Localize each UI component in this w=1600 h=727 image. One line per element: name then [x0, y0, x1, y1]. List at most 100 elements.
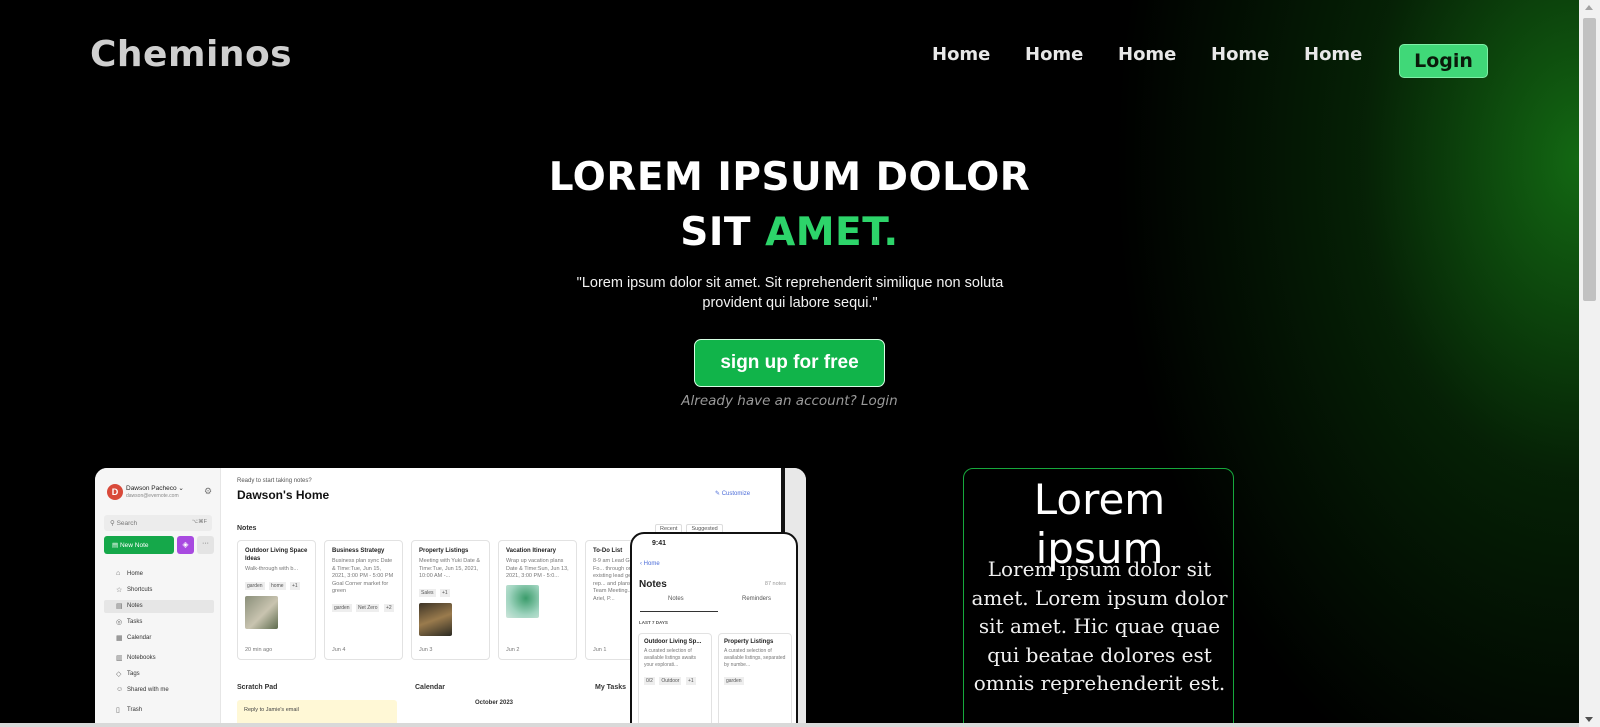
preview-sidebar-label: Notes — [127, 603, 143, 609]
phone-note-tag: Outdoor — [659, 677, 682, 685]
avatar: D — [107, 484, 123, 500]
preview-new-note-button: ▤ New Note — [104, 536, 174, 554]
preview-search: ⚲ Search ⌥⌘F — [104, 515, 212, 531]
preview-sidebar-item: ◎ Tasks — [104, 616, 214, 629]
phone-title: Notes — [639, 579, 667, 590]
check-icon: ◎ — [116, 619, 123, 626]
preview-sidebar-item: ☺ Shared with me — [104, 684, 214, 697]
phone-back: ‹ Home — [640, 561, 660, 567]
preview-note-tag: +1 — [290, 581, 300, 590]
preview-sidebar-item: ☆ Shortcuts — [104, 584, 214, 597]
phone-note-card: Outdoor Living Sp... A curated selection… — [638, 633, 712, 727]
preview-purple-icon: ◈ — [177, 536, 194, 554]
preview-sidebar-label: Shared with me — [127, 687, 169, 693]
main-nav: Home Home Home Home Home — [932, 44, 1397, 65]
login-prompt-link[interactable]: Already have an account? Login — [0, 393, 1579, 409]
phone-note-title: Outdoor Living Sp... — [644, 639, 702, 645]
preview-sidebar-label: Notebooks — [127, 655, 156, 661]
phone-count: 87 notes — [764, 581, 786, 587]
landing-page: Cheminos Home Home Home Home Home Login … — [0, 0, 1579, 727]
preview-note-thumbnail — [506, 584, 539, 618]
signup-button[interactable]: sign up for free — [694, 339, 885, 387]
hero-subtitle: "Lorem ipsum dolor sit amet. Sit reprehe… — [576, 275, 1004, 311]
scroll-down-arrow-icon[interactable] — [1585, 717, 1593, 722]
preview-note-card: Outdoor Living Space Ideas Walk-through … — [237, 540, 316, 660]
preview-note-title: Business Strategy — [332, 548, 385, 554]
preview-note-thumbnail — [245, 595, 278, 629]
preview-note-title: Vacation Itinerary — [506, 548, 557, 554]
scroll-up-arrow-icon[interactable] — [1585, 5, 1593, 10]
users-icon: ☺ — [116, 686, 124, 693]
preview-note-body: Walk-through with b... — [245, 566, 298, 572]
preview-sidebar-item: ▦ Calendar — [104, 632, 214, 645]
scrollbar-thumb[interactable] — [1583, 18, 1596, 301]
preview-note-thumbnail — [419, 602, 452, 636]
home-icon: ⌂ — [116, 570, 121, 577]
preview-sidebar-label: Calendar — [127, 635, 152, 641]
brand-logo[interactable]: Cheminos — [90, 34, 292, 75]
preview-calendar-month: October 2023 — [475, 700, 514, 706]
preview-search-placeholder: Search — [116, 520, 138, 527]
more-icon: ··· — [197, 536, 214, 554]
trash-icon: ▯ — [116, 707, 120, 714]
phone-note-tag: garden — [724, 677, 744, 685]
hero-title-accent: AMET. — [765, 210, 899, 255]
preview-customize-label: Customize — [721, 491, 751, 497]
phone-back-label: Home — [643, 561, 660, 567]
preview-sidebar-item: ⌂ Home — [104, 568, 214, 581]
preview-note-tag: garden — [332, 603, 352, 612]
preview-calendar-label: Calendar — [415, 684, 445, 691]
preview-note-body: Wrap up vacation plans Date & Time:Sun, … — [506, 558, 569, 579]
info-card: Lorem ipsum Lorem ipsum dolor sit amet. … — [963, 468, 1234, 727]
preview-sidebar-item: ▤ Notes — [104, 600, 214, 613]
preview-note-date: Jun 4 — [332, 647, 346, 653]
hero-title-line2-prefix: SIT — [680, 210, 751, 255]
phone-note-tag: +1 — [685, 677, 696, 685]
preview-note-date: Jun 1 — [593, 647, 607, 653]
preview-sidebar-label: Tags — [127, 671, 140, 677]
preview-sidebar-item: ◇ Tags — [104, 668, 214, 681]
book-icon: ▥ — [116, 655, 123, 662]
nav-link-home-4[interactable]: Home — [1211, 44, 1304, 65]
phone-note-body: A curated selection of available listing… — [724, 648, 786, 668]
pencil-icon: ✎ — [715, 491, 722, 497]
phone-tab-underline — [640, 611, 718, 612]
preview-notes-label: Notes — [237, 525, 257, 532]
phone-note-title: Property Listings — [724, 639, 774, 645]
hero-title-line1: LOREM IPSUM DOLOR — [548, 155, 1031, 200]
tag-icon: ◇ — [116, 671, 122, 678]
phone-tab-notes: Notes — [668, 596, 684, 602]
login-button[interactable]: Login — [1399, 44, 1488, 78]
phone-section-label: LAST 7 DAYS — [639, 620, 668, 625]
nav-link-home-5[interactable]: Home — [1304, 44, 1397, 65]
star-icon: ☆ — [116, 587, 123, 594]
vertical-scrollbar[interactable] — [1579, 0, 1600, 727]
note-plus-icon: ▤ — [112, 542, 120, 549]
note-icon: ▤ — [116, 603, 123, 610]
preview-note-date: Jun 2 — [506, 647, 520, 653]
nav-link-home-3[interactable]: Home — [1118, 44, 1211, 65]
preview-header-sub: Ready to start taking notes? — [237, 478, 312, 484]
phone-note-body: A curated selection of available listing… — [644, 648, 696, 668]
preview-user-email: dawson@evernote.com — [126, 493, 179, 499]
nav-link-home-2[interactable]: Home — [1025, 44, 1118, 65]
preview-user-name: Dawson Pacheco ⌄ — [126, 485, 184, 492]
preview-note-tag: +2 — [383, 603, 394, 612]
preview-note-body: Meeting with Yuki Date & Time:Tue, Jun 1… — [419, 558, 481, 579]
preview-sidebar-item: ▯ Trash — [104, 704, 214, 717]
preview-scratch-label: Scratch Pad — [237, 684, 278, 691]
phone-tab-reminders: Reminders — [742, 596, 772, 602]
preview-sidebar-label: Trash — [127, 707, 143, 713]
preview-note-tag: Net Zero — [356, 603, 380, 612]
nav-link-home-1[interactable]: Home — [932, 44, 1025, 65]
preview-sidebar-label: Tasks — [127, 619, 143, 625]
preview-header-title: Dawson's Home — [237, 488, 330, 502]
preview-customize: ✎ Customize — [715, 490, 750, 497]
preview-note-date: 20 min ago — [245, 647, 273, 653]
preview-search-shortcut: ⌥⌘F — [191, 519, 207, 525]
bottom-edge — [0, 723, 1579, 727]
phone-note-card: Property Listings A curated selection of… — [718, 633, 792, 727]
phone-note-tag: 0/2 — [644, 677, 655, 685]
phone-time: 9:41 — [652, 540, 667, 547]
preview-note-title: Outdoor Living Space Ideas — [245, 548, 308, 562]
